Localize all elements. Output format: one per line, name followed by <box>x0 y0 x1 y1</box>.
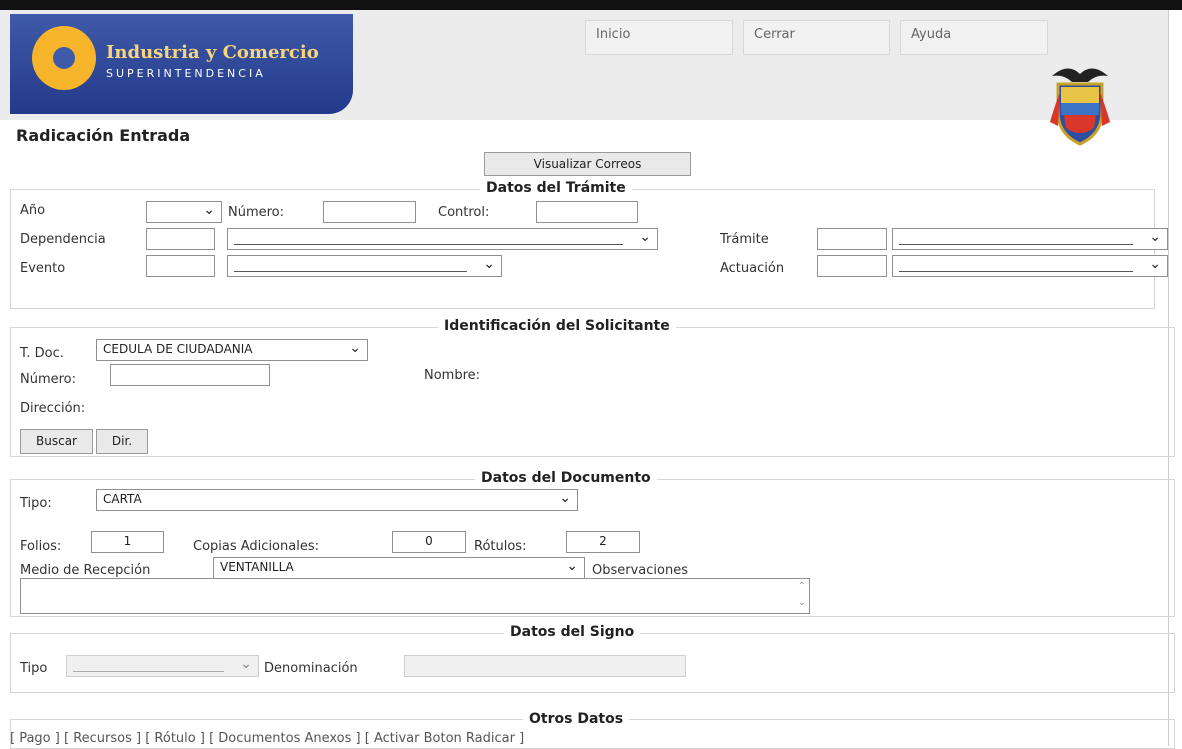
evento-code-input[interactable] <box>146 255 215 277</box>
chevron-down-icon: ⌄ <box>639 229 651 245</box>
actuacion-code-input[interactable] <box>817 255 887 277</box>
chevron-down-icon: ⌄ <box>1149 229 1161 245</box>
control-label: Control: <box>438 205 490 220</box>
link-pago[interactable]: [ Pago ] <box>10 731 60 746</box>
chevron-down-icon: ⌄ <box>559 490 571 506</box>
nav-cerrar-button[interactable]: Cerrar <box>743 20 890 55</box>
documento-legend: Datos del Documento <box>475 470 657 486</box>
tdoc-select[interactable]: CEDULA DE CIUDADANIA ⌄ <box>96 339 368 361</box>
observaciones-textarea[interactable]: ⌃ ⌄ <box>20 578 810 614</box>
logo-title: Industria y Comercio <box>106 42 319 63</box>
dependencia-select[interactable]: ⌄ <box>227 228 658 250</box>
visualizar-correos-button[interactable]: Visualizar Correos <box>484 152 691 176</box>
solicitante-legend: Identificación del Solicitante <box>438 318 676 334</box>
medio-label: Medio de Recepción <box>20 563 151 578</box>
dependencia-code-input[interactable] <box>146 228 215 250</box>
actuacion-label: Actuación <box>720 261 785 276</box>
folios-input[interactable]: 1 <box>91 531 164 553</box>
denominacion-label: Denominación <box>264 661 358 676</box>
link-documentos-anexos[interactable]: [ Documentos Anexos ] <box>209 731 361 746</box>
copias-label: Copias Adicionales: <box>193 539 319 554</box>
chevron-down-icon: ⌄ <box>483 256 495 272</box>
actuacion-select[interactable]: ⌄ <box>892 255 1168 277</box>
signo-tipo-label: Tipo <box>20 661 48 676</box>
otros-legend: Otros Datos <box>523 711 630 727</box>
page-title: Radicación Entrada <box>16 126 191 145</box>
solicitante-numero-input[interactable] <box>110 364 270 386</box>
anio-label: Año <box>20 203 46 218</box>
window-top-border <box>0 0 1182 10</box>
folios-label: Folios: <box>20 539 62 554</box>
colombia-coat-of-arms-icon <box>1050 68 1110 146</box>
medio-value: VENTANILLA <box>220 560 294 574</box>
direccion-label: Dirección: <box>20 401 86 416</box>
tdoc-value: CEDULA DE CIUDADANIA <box>103 342 253 356</box>
nav-ayuda-button[interactable]: Ayuda <box>900 20 1048 55</box>
solicitante-numero-label: Número: <box>20 372 77 387</box>
tramite-legend: Datos del Trámite <box>480 180 632 196</box>
evento-label: Evento <box>20 261 66 276</box>
tdoc-label: T. Doc. <box>20 346 64 361</box>
anio-select[interactable]: ⌄ <box>146 201 222 223</box>
chevron-down-icon: ⌄ <box>349 340 361 356</box>
doc-tipo-select[interactable]: CARTA ⌄ <box>96 489 578 511</box>
chevron-down-icon: ⌄ <box>240 656 252 672</box>
chevron-down-icon: ⌄ <box>203 202 215 218</box>
dependencia-label: Dependencia <box>20 232 106 247</box>
tramite-label: Trámite <box>720 232 769 247</box>
evento-select[interactable]: ⌄ <box>227 255 502 277</box>
logo-emblem-hole <box>53 47 75 69</box>
logo-subtitle: SUPERINTENDENCIA <box>106 67 266 80</box>
tramite-code-input[interactable] <box>817 228 887 250</box>
link-activar-boton-radicar[interactable]: [ Activar Boton Radicar ] <box>365 731 524 746</box>
rotulos-label: Rótulos: <box>474 539 527 554</box>
denominacion-input[interactable] <box>404 655 686 677</box>
dir-button[interactable]: Dir. <box>96 429 148 454</box>
buscar-button[interactable]: Buscar <box>20 429 93 454</box>
nombre-label: Nombre: <box>424 368 481 383</box>
link-rotulo[interactable]: [ Rótulo ] <box>145 731 205 746</box>
numero-label: Número: <box>228 205 285 220</box>
doc-tipo-label: Tipo: <box>20 496 52 511</box>
otros-links: [ Pago ] [ Recursos ] [ Rótulo ] [ Docum… <box>10 731 524 746</box>
rotulos-input[interactable]: 2 <box>566 531 640 553</box>
nav-inicio-button[interactable]: Inicio <box>585 20 733 55</box>
control-input[interactable] <box>536 201 638 223</box>
chevron-down-icon: ⌄ <box>566 558 578 574</box>
sic-logo: Industria y Comercio SUPERINTENDENCIA <box>10 14 353 114</box>
numero-input[interactable] <box>323 201 416 223</box>
copias-input[interactable]: 0 <box>392 531 466 553</box>
observaciones-label: Observaciones <box>592 563 688 578</box>
tramite-select[interactable]: ⌄ <box>892 228 1168 250</box>
signo-tipo-select[interactable]: ⌄ <box>66 655 259 677</box>
scroll-down-icon[interactable]: ⌄ <box>798 597 806 608</box>
chevron-down-icon: ⌄ <box>1149 256 1161 272</box>
medio-select[interactable]: VENTANILLA ⌄ <box>213 557 585 579</box>
doc-tipo-value: CARTA <box>103 492 142 506</box>
link-recursos[interactable]: [ Recursos ] <box>64 731 141 746</box>
signo-legend: Datos del Signo <box>504 624 641 640</box>
scroll-up-icon[interactable]: ⌃ <box>798 581 806 592</box>
